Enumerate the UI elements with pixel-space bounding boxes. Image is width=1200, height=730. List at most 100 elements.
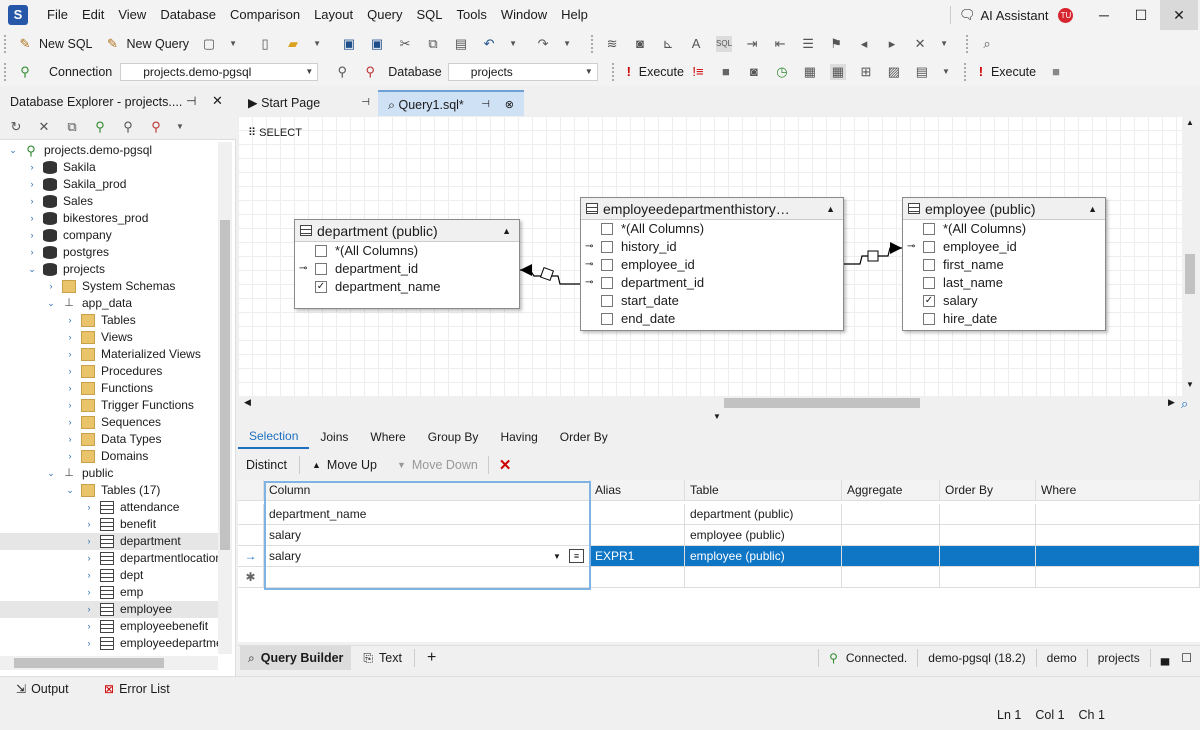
tree-item[interactable]: ⌄ Tables (17) [0, 482, 218, 499]
pin-icon[interactable]: ⊣ [481, 92, 490, 118]
tree-item[interactable]: › Views [0, 329, 218, 346]
chevron-right-icon[interactable]: › [84, 618, 94, 635]
canvas-vscrollbar[interactable]: ▲ ▼ [1182, 116, 1200, 396]
table-row[interactable]: → salary EXPR1 employee (public) [238, 546, 1200, 567]
table-cell[interactable]: employee (public) [685, 546, 842, 567]
chevron-right-icon[interactable]: › [27, 159, 37, 176]
tree-item[interactable]: › employeebenefit [0, 618, 218, 635]
outdent-icon[interactable]: ⇤ [772, 36, 788, 52]
disconnect-icon[interactable]: ⚲ [334, 64, 350, 80]
save-all-icon[interactable]: ▣ [369, 36, 385, 52]
menu-window[interactable]: Window [494, 0, 554, 30]
camera-icon[interactable]: ◙ [632, 36, 648, 52]
tab-query1[interactable]: ⌕ Query1.sql* ⊣ ⊗ [378, 90, 524, 116]
table-card-header[interactable]: employeedepartmenthistory… ▲ [581, 198, 843, 220]
tree-item[interactable]: › emp [0, 584, 218, 601]
close-tab-icon[interactable]: ⊗ [505, 92, 514, 118]
table-cell[interactable] [1036, 525, 1200, 546]
field-checkbox[interactable] [923, 313, 935, 325]
scroll-left-icon[interactable]: ◀ [244, 397, 251, 408]
collapse-icon[interactable]: ⧉ [64, 119, 80, 135]
move-up-button[interactable]: Move Up [327, 458, 377, 472]
tree-item[interactable]: › Materialized Views [0, 346, 218, 363]
table-cell[interactable] [590, 504, 685, 525]
chevron-right-icon[interactable]: › [65, 397, 75, 414]
table-cell[interactable] [842, 546, 940, 567]
layout-icon[interactable]: ⊞ [858, 64, 874, 80]
query-builder-tab[interactable]: ⌕ Query Builder [240, 646, 352, 670]
field-row[interactable]: *(All Columns) [903, 220, 1105, 238]
field-checkbox[interactable]: ✓ [923, 295, 935, 307]
table-row[interactable]: department_name department (public) [238, 504, 1200, 525]
clear-bookmarks-icon[interactable]: ✕ [912, 36, 928, 52]
execute2-button[interactable]: Execute [991, 65, 1036, 79]
connection-select[interactable]: projects.demo-pgsql ▼ [120, 63, 319, 81]
query-builder-icon[interactable]: ▦ [829, 64, 846, 80]
tree-item[interactable]: › Data Types [0, 431, 218, 448]
field-checkbox[interactable] [923, 277, 935, 289]
splitter-chevron-icon[interactable]: ▼ [713, 412, 721, 421]
tree-item[interactable]: › benefit [0, 516, 218, 533]
chart-icon[interactable]: ⊾ [660, 36, 676, 52]
tab-joins[interactable]: Joins [309, 426, 359, 448]
tree-item[interactable]: › attendance [0, 499, 218, 516]
tree-item[interactable]: › Trigger Functions [0, 397, 218, 414]
table-card-history[interactable]: employeedepartmenthistory… ▲ *(All Column… [580, 197, 844, 331]
table-cell[interactable]: employee (public) [685, 525, 842, 546]
field-row[interactable]: first_name [903, 256, 1105, 274]
table-cell[interactable] [940, 567, 1036, 588]
menu-layout[interactable]: Layout [307, 0, 360, 30]
new-query-button[interactable]: New Query [127, 37, 190, 51]
field-row[interactable]: start_date [581, 292, 843, 310]
canvas-vscrollbar-thumb[interactable] [1185, 254, 1195, 294]
new-document-icon[interactable]: ▢ [201, 36, 217, 52]
chevron-right-icon[interactable]: › [84, 516, 94, 533]
panel-layout-icon[interactable]: ▄ [1161, 651, 1170, 665]
tree-item[interactable]: › Sales [0, 193, 218, 210]
connect-icon[interactable]: ⚲ [120, 119, 136, 135]
close-button[interactable]: ✕ [1160, 0, 1198, 30]
close-panel-icon[interactable]: ✕ [212, 93, 223, 109]
user-avatar[interactable]: TU [1058, 7, 1074, 23]
table-cell[interactable]: salary [264, 546, 590, 567]
field-checkbox[interactable] [923, 259, 935, 271]
dropdown-icon[interactable]: ▼ [313, 36, 321, 52]
tree-item[interactable]: › employeedepartmer [0, 635, 218, 652]
scroll-right-icon[interactable]: ▶ [1168, 397, 1175, 408]
field-checkbox[interactable] [601, 259, 613, 271]
tree-item[interactable]: › Sakila_prod [0, 176, 218, 193]
field-checkbox[interactable] [923, 241, 935, 253]
field-row[interactable]: end_date [581, 310, 843, 328]
field-checkbox[interactable] [923, 223, 935, 235]
chevron-right-icon[interactable]: › [65, 380, 75, 397]
pin-icon[interactable]: ⊣ [361, 90, 370, 116]
copy-icon[interactable]: ⧉ [425, 36, 441, 52]
tree-item[interactable]: ⌄ ⚲ projects.demo-pgsql [0, 142, 218, 159]
menu-sql[interactable]: SQL [410, 0, 450, 30]
history-icon[interactable]: ◷ [774, 64, 790, 80]
zoom-icon[interactable]: ⌕ [1181, 396, 1188, 412]
expression-editor-icon[interactable]: ≡ [569, 549, 584, 563]
chevron-right-icon[interactable]: › [65, 431, 75, 448]
query-diagram[interactable]: ⠿ SELECT department (public) ▲ *(All Colu… [238, 116, 1182, 396]
collapse-icon[interactable]: ▲ [1088, 198, 1097, 219]
chart-view-icon[interactable]: ▨ [886, 64, 902, 80]
chevron-down-icon[interactable]: ⌄ [46, 295, 56, 312]
chevron-down-icon[interactable]: ⌄ [8, 142, 18, 159]
tree-item[interactable]: › postgres [0, 244, 218, 261]
dropdown-icon[interactable]: ▼ [509, 36, 517, 52]
chevron-right-icon[interactable]: › [27, 210, 37, 227]
column-header[interactable]: Order By [940, 480, 1036, 501]
column-header[interactable]: Table [685, 480, 842, 501]
new-row[interactable]: ✱ [238, 567, 1200, 588]
chevron-right-icon[interactable]: › [27, 193, 37, 210]
column-header[interactable]: Alias [590, 480, 685, 501]
tree-scrollbar-thumb[interactable] [220, 220, 230, 550]
refresh-icon[interactable]: ↻ [8, 119, 24, 135]
menu-edit[interactable]: Edit [75, 0, 111, 30]
chevron-right-icon[interactable]: › [27, 227, 37, 244]
table-cell[interactable]: salary [264, 525, 590, 546]
stop2-icon[interactable]: ■ [1048, 64, 1064, 80]
paste-icon[interactable]: ▤ [453, 36, 469, 52]
dropdown-icon[interactable]: ▼ [942, 64, 950, 80]
